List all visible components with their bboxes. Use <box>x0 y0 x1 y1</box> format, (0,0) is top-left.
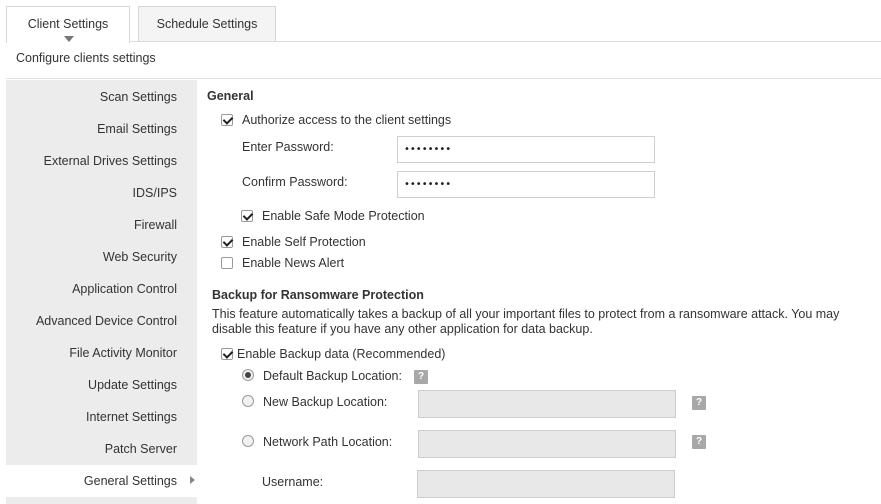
enable-backup-checkbox[interactable] <box>221 348 233 360</box>
sidebar-item-label: Advanced Device Control <box>35 314 177 328</box>
sidebar-item-web-security[interactable]: Web Security <box>6 241 197 273</box>
general-heading: General <box>207 89 254 103</box>
sidebar-item-patch-server[interactable]: Patch Server <box>6 433 197 465</box>
username-label: Username: <box>262 475 324 489</box>
default-location-radio[interactable] <box>242 369 254 381</box>
news-alert-checkbox[interactable] <box>221 257 233 269</box>
safe-mode-checkbox[interactable] <box>241 210 253 222</box>
confirm-password-field[interactable]: •••••••• <box>397 171 655 198</box>
enable-backup-label: Enable Backup data (Recommended) <box>237 347 446 361</box>
confirm-password-label: Confirm Password: <box>242 175 348 189</box>
tab-schedule-settings-label: Schedule Settings <box>156 17 258 31</box>
tab-schedule-settings[interactable]: Schedule Settings <box>138 6 276 42</box>
new-location-label: New Backup Location: <box>263 395 388 409</box>
sidebar-item-label: Email Settings <box>97 122 177 136</box>
sidebar-item-firewall[interactable]: Firewall <box>6 209 197 241</box>
network-path-label: Network Path Location: <box>263 435 393 449</box>
new-location-field[interactable] <box>418 390 676 418</box>
safe-mode-label: Enable Safe Mode Protection <box>262 209 425 223</box>
sidebar-item-label: Internet Settings <box>85 410 177 424</box>
authorize-access-checkbox[interactable] <box>221 114 233 126</box>
chevron-down-icon <box>64 36 74 42</box>
default-location-label: Default Backup Location: <box>263 369 402 383</box>
authorize-access-label: Authorize access to the client settings <box>242 113 452 127</box>
sidebar-item-label: Scan Settings <box>99 90 177 104</box>
sidebar-item-update-settings[interactable]: Update Settings <box>6 369 197 401</box>
sidebar-item-file-activity-monitor[interactable]: File Activity Monitor <box>6 337 197 369</box>
username-field[interactable] <box>417 470 675 498</box>
page-subtitle: Configure clients settings <box>16 51 156 65</box>
new-location-radio[interactable] <box>242 395 254 407</box>
sidebar-item-internet-settings[interactable]: Internet Settings <box>6 401 197 433</box>
sidebar-item-scan-settings[interactable]: Scan Settings <box>6 81 197 113</box>
help-icon[interactable]: ? <box>692 435 706 449</box>
backup-heading: Backup for Ransomware Protection <box>212 288 424 302</box>
network-path-radio[interactable] <box>242 435 254 447</box>
self-protection-label: Enable Self Protection <box>242 235 366 249</box>
sidebar-item-label: Update Settings <box>88 378 177 392</box>
sidebar-item-label: Web Security <box>102 250 177 264</box>
tab-client-settings-label: Client Settings <box>27 17 109 31</box>
self-protection-checkbox[interactable] <box>221 236 233 248</box>
tab-bar: Client Settings Schedule Settings <box>6 0 881 43</box>
sidebar-item-advanced-device-control[interactable]: Advanced Device Control <box>6 305 197 337</box>
sidebar-item-external-drives-settings[interactable]: External Drives Settings <box>6 145 197 177</box>
news-alert-label: Enable News Alert <box>242 256 345 270</box>
help-icon[interactable]: ? <box>414 370 428 384</box>
sidebar-item-label: Firewall <box>133 218 177 232</box>
help-icon[interactable]: ? <box>692 396 706 410</box>
enter-password-label: Enter Password: <box>242 140 334 154</box>
network-path-field[interactable] <box>418 430 676 458</box>
sidebar-item-label: File Activity Monitor <box>69 346 177 360</box>
backup-description: This feature automatically takes a backu… <box>212 307 840 336</box>
enter-password-field[interactable]: •••••••• <box>397 136 655 163</box>
sidebar: Scan Settings Email Settings External Dr… <box>6 80 197 504</box>
sidebar-item-label: Application Control <box>72 282 177 296</box>
sidebar-item-email-settings[interactable]: Email Settings <box>6 113 197 145</box>
sidebar-item-label: Patch Server <box>104 442 177 456</box>
sidebar-item-label: General Settings <box>83 474 177 488</box>
sidebar-item-label: IDS/IPS <box>132 186 177 200</box>
sidebar-item-application-control[interactable]: Application Control <box>6 273 197 305</box>
sidebar-item-general-settings[interactable]: General Settings <box>6 465 197 497</box>
sidebar-item-ids-ips[interactable]: IDS/IPS <box>6 177 197 209</box>
sidebar-item-label: External Drives Settings <box>43 154 177 168</box>
tab-divider <box>6 41 881 42</box>
tab-client-settings[interactable]: Client Settings <box>6 6 130 43</box>
chevron-right-icon <box>190 476 195 484</box>
subtitle-divider <box>6 78 881 79</box>
